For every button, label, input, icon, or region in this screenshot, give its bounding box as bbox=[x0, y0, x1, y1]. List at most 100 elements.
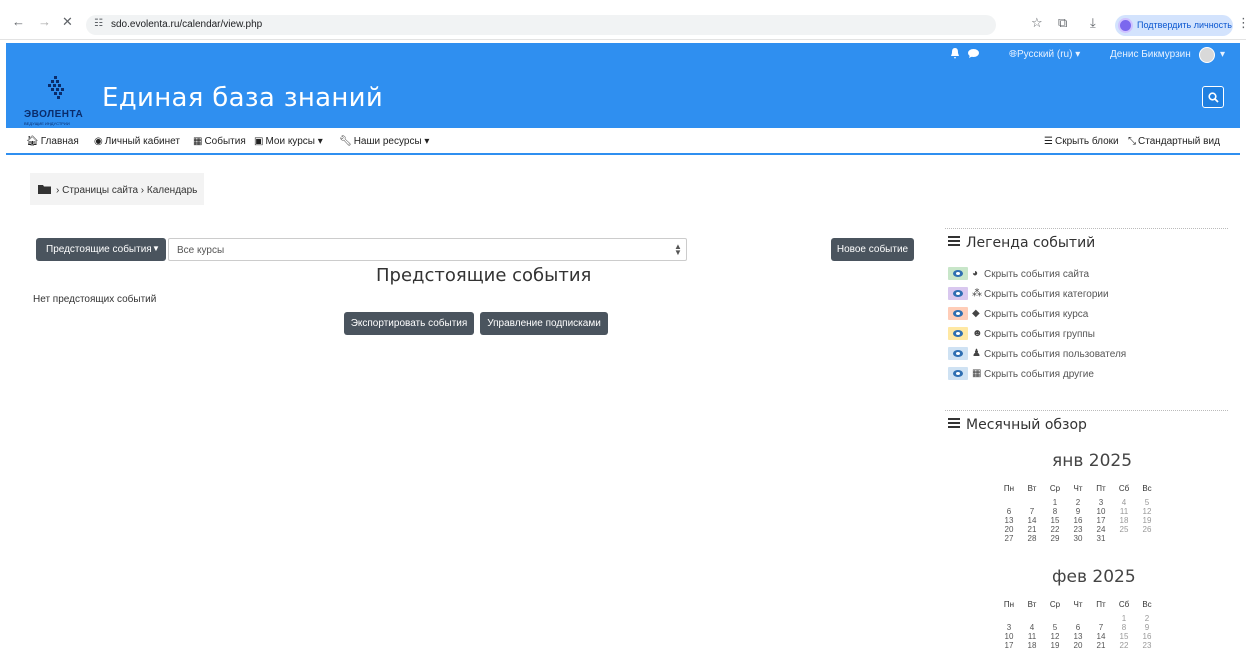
main-navigation: 🏠︎ Главная ◉ Личный кабинет ▦ События ▣ Мои … bbox=[6, 128, 1240, 155]
calendar-day[interactable]: 28 bbox=[1022, 534, 1042, 543]
calendar-day[interactable]: 22 bbox=[1114, 641, 1134, 650]
user-menu-caret-icon[interactable]: ▾ bbox=[1220, 49, 1225, 60]
calendar-day[interactable]: 19 bbox=[1137, 516, 1157, 525]
calendar-day[interactable]: 12 bbox=[1137, 507, 1157, 516]
calendar-day[interactable]: 5 bbox=[1137, 498, 1157, 507]
address-bar[interactable]: ☷ sdo.evolenta.ru/calendar/view.php bbox=[86, 15, 996, 35]
calendar-day[interactable]: 30 bbox=[1068, 534, 1088, 543]
calendar-day[interactable]: 24 bbox=[1091, 525, 1111, 534]
hide-blocks-button[interactable]: ☰ Скрыть блоки bbox=[1044, 136, 1119, 147]
calendar-day[interactable]: 4 bbox=[1114, 498, 1134, 507]
notifications-bell-icon[interactable] bbox=[950, 48, 960, 59]
calendar-day[interactable]: 18 bbox=[1114, 516, 1134, 525]
calendar-day[interactable]: 18 bbox=[1022, 641, 1042, 650]
calendar-day[interactable]: 26 bbox=[1137, 525, 1157, 534]
new-event-button[interactable]: Новое событие bbox=[831, 238, 914, 261]
monthly-title[interactable]: Месячный обзор bbox=[948, 417, 1087, 433]
eye-icon bbox=[948, 367, 968, 380]
calendar-day[interactable]: 15 bbox=[1045, 516, 1065, 525]
calendar-day[interactable]: 2 bbox=[1137, 614, 1157, 623]
calendar-day[interactable]: 9 bbox=[1137, 623, 1157, 632]
weekday-header: Пт bbox=[1096, 484, 1106, 493]
verify-identity-button[interactable]: Подтвердить личность bbox=[1115, 15, 1233, 36]
user-menu-name[interactable]: Денис Бикмурзин bbox=[1110, 49, 1191, 60]
calendar-day[interactable]: 3 bbox=[999, 623, 1019, 632]
calendar-day[interactable]: 15 bbox=[1114, 632, 1134, 641]
nav-item-home[interactable]: 🏠︎ Главная bbox=[26, 136, 79, 147]
nav-item-resources[interactable]: 🔧︎ Наши ресурсы ▾ bbox=[339, 136, 429, 147]
calendar-day[interactable]: 21 bbox=[1091, 641, 1111, 650]
legend-title[interactable]: Легенда событий bbox=[948, 235, 1095, 251]
calendar-day[interactable]: 7 bbox=[1091, 623, 1111, 632]
calendar-day[interactable]: 19 bbox=[1045, 641, 1065, 650]
messages-chat-icon[interactable] bbox=[968, 49, 979, 58]
calendar-day[interactable]: 6 bbox=[999, 507, 1019, 516]
download-icon[interactable]: ⤓ bbox=[1090, 15, 1096, 31]
browser-menu-icon[interactable]: ⋮ bbox=[1237, 15, 1246, 31]
back-icon[interactable]: ← bbox=[12, 14, 25, 29]
eye-icon bbox=[948, 307, 968, 320]
nav-item-events[interactable]: ▦ События bbox=[193, 136, 246, 147]
calendar-day[interactable]: 16 bbox=[1137, 632, 1157, 641]
calendar-day[interactable]: 8 bbox=[1045, 507, 1065, 516]
calendar-day[interactable]: 13 bbox=[999, 516, 1019, 525]
calendar-day[interactable]: 3 bbox=[1091, 498, 1111, 507]
calendar-day[interactable]: 21 bbox=[1022, 525, 1042, 534]
calendar-day[interactable]: 7 bbox=[1022, 507, 1042, 516]
calendar-day[interactable]: 9 bbox=[1068, 507, 1088, 516]
calendar-day[interactable]: 2 bbox=[1068, 498, 1088, 507]
stop-loading-icon[interactable]: ✕ bbox=[62, 14, 73, 30]
course-select[interactable]: Все курсы ▲ ▼ bbox=[168, 238, 687, 261]
calendar-day[interactable]: 16 bbox=[1068, 516, 1088, 525]
calendar-day[interactable]: 23 bbox=[1137, 641, 1157, 650]
search-icon bbox=[1208, 92, 1219, 103]
calendar-day[interactable]: 29 bbox=[1045, 534, 1065, 543]
weekday-header: Пт bbox=[1096, 600, 1106, 609]
calendar-day[interactable]: 14 bbox=[1022, 516, 1042, 525]
calendar-day[interactable]: 8 bbox=[1114, 623, 1134, 632]
graduation-cap-icon: ◆ bbox=[972, 308, 980, 319]
calendar-day[interactable]: 10 bbox=[1091, 507, 1111, 516]
calendar-day[interactable]: 20 bbox=[1068, 641, 1088, 650]
search-button[interactable] bbox=[1202, 86, 1224, 108]
calendar-day[interactable]: 10 bbox=[999, 632, 1019, 641]
nav-item-dashboard[interactable]: ◉ Личный кабинет bbox=[94, 136, 180, 147]
nav-item-my-courses[interactable]: ▣ Мои курсы ▾ bbox=[254, 136, 323, 147]
url-text: sdo.evolenta.ru/calendar/view.php bbox=[111, 19, 263, 30]
forward-icon[interactable]: → bbox=[38, 14, 51, 29]
calendar-day[interactable]: 17 bbox=[1091, 516, 1111, 525]
extensions-icon[interactable]: ⧉ bbox=[1058, 15, 1067, 31]
manage-subscriptions-button[interactable]: Управление подписками bbox=[480, 312, 608, 335]
calendar-day[interactable]: 23 bbox=[1068, 525, 1088, 534]
language-menu[interactable]: 🌐︎Русский (ru) ▾ bbox=[1009, 49, 1080, 60]
bookmark-star-icon[interactable]: ☆ bbox=[1031, 15, 1043, 31]
calendar-day[interactable]: 17 bbox=[999, 641, 1019, 650]
view-dropdown-button[interactable]: Предстоящие события ▼ bbox=[36, 238, 166, 261]
calendar-day[interactable]: 27 bbox=[999, 534, 1019, 543]
site-logo[interactable]: ЭВОЛЕНТА ВЕДУЩИЕ ИНДУСТРИИ bbox=[24, 72, 94, 126]
calendar-day[interactable]: 5 bbox=[1045, 623, 1065, 632]
calendar-day[interactable]: 12 bbox=[1045, 632, 1065, 641]
breadcrumb-path[interactable]: › Страницы сайта › Календарь bbox=[56, 185, 197, 196]
calendar-day[interactable]: 31 bbox=[1091, 534, 1111, 543]
month-title[interactable]: фев 2025 bbox=[1052, 567, 1136, 587]
calendar-day[interactable]: 25 bbox=[1114, 525, 1134, 534]
site-settings-icon[interactable]: ☷ bbox=[94, 18, 103, 29]
calendar-day[interactable]: 1 bbox=[1114, 614, 1134, 623]
calendar-day[interactable]: 13 bbox=[1068, 632, 1088, 641]
standard-view-button[interactable]: ⤡ Стандартный вид bbox=[1128, 136, 1220, 147]
calendar-day[interactable]: 14 bbox=[1091, 632, 1111, 641]
calendar-day[interactable]: 11 bbox=[1114, 507, 1134, 516]
calendar-day[interactable]: 20 bbox=[999, 525, 1019, 534]
calendar-day[interactable]: 4 bbox=[1022, 623, 1042, 632]
calendar-day[interactable]: 1 bbox=[1045, 498, 1065, 507]
calendar-day[interactable]: 22 bbox=[1045, 525, 1065, 534]
site-title[interactable]: Единая база знаний bbox=[102, 83, 383, 113]
calendar-day[interactable]: 11 bbox=[1022, 632, 1042, 641]
user-avatar[interactable] bbox=[1199, 47, 1215, 63]
export-events-button[interactable]: Экспортировать события bbox=[344, 312, 474, 335]
month-title[interactable]: янв 2025 bbox=[1052, 451, 1132, 471]
dashboard-icon: ◉ bbox=[94, 136, 103, 147]
hamburger-icon bbox=[948, 418, 960, 428]
calendar-day[interactable]: 6 bbox=[1068, 623, 1088, 632]
